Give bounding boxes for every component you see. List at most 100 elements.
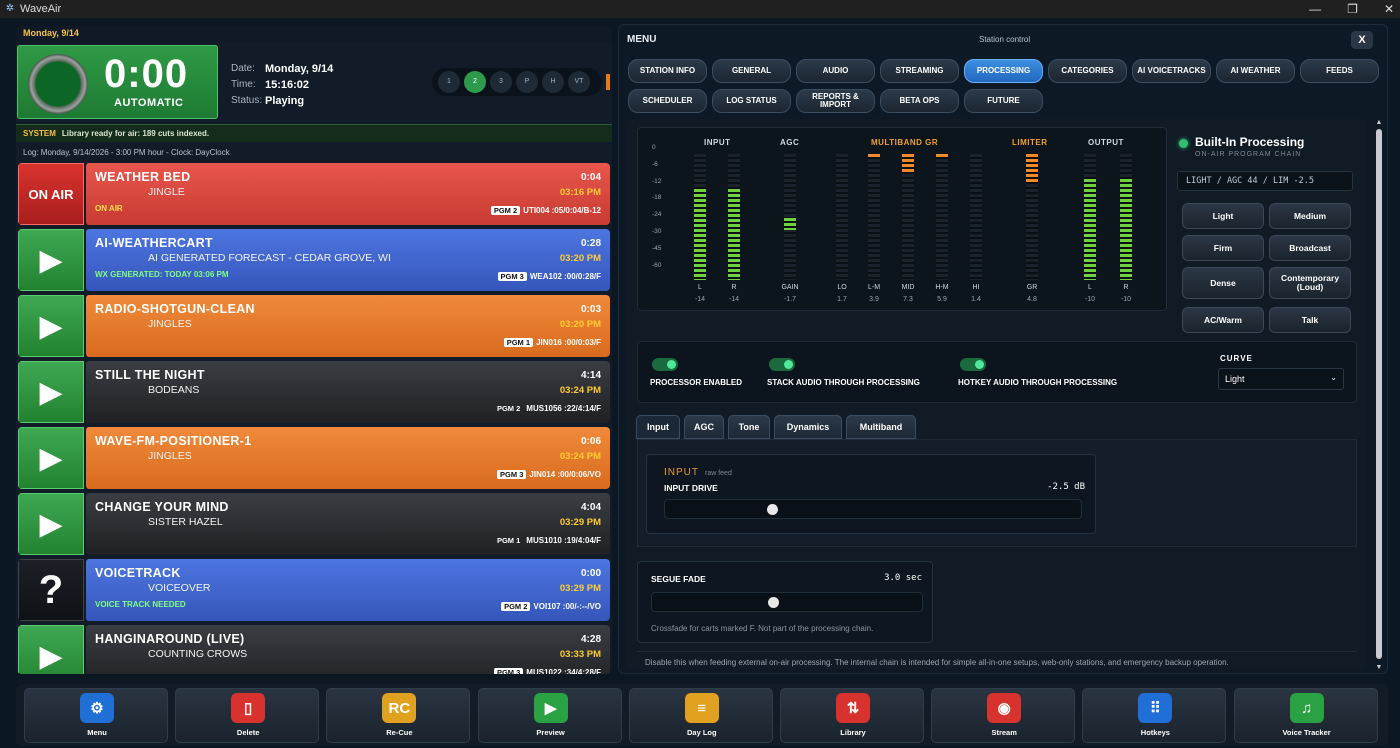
status-value: Playing <box>265 95 305 107</box>
play-button[interactable]: ▶ <box>18 427 84 489</box>
countdown-clock[interactable]: 0:00 AUTOMATIC <box>17 45 218 119</box>
playlog-panel: Monday, 9/14 0:00 AUTOMATIC Date: Monday,… <box>16 26 612 674</box>
subtab-agc[interactable]: AGC <box>684 415 724 439</box>
tab-streaming[interactable]: STREAMING <box>880 59 959 83</box>
cart-body[interactable]: WEATHER BED JINGLE 0:04 03:16 PM ON AIR PGM 2… <box>86 163 610 225</box>
tab-processing[interactable]: PROCESSING <box>964 59 1043 83</box>
input-drive-slider[interactable] <box>664 499 1082 519</box>
processor-enabled-toggle[interactable] <box>652 358 678 371</box>
subtab-input[interactable]: Input <box>636 415 680 439</box>
cart-body[interactable]: CHANGE YOUR MIND SISTER HAZEL 4:04 03:29 PM… <box>86 493 610 555</box>
time-label: Time: <box>231 79 256 90</box>
level-meter <box>936 154 948 280</box>
page-button-h[interactable]: H <box>542 71 564 93</box>
tab-log-status[interactable]: LOG STATUS <box>712 89 791 113</box>
music-note-icon: ♫ <box>1289 693 1324 723</box>
preset-contemporary-loud--button[interactable]: Contemporary (Loud) <box>1269 267 1351 299</box>
meter-channel-name: HI <box>972 284 980 291</box>
play-button[interactable]: ▶ <box>18 625 84 674</box>
scroll-up-icon[interactable]: ▲ <box>1374 119 1384 126</box>
day-log-button[interactable]: ≡ Day Log <box>628 688 773 743</box>
content-scrollbar[interactable]: ▲ ▼ <box>1374 119 1384 671</box>
tab-future[interactable]: FUTURE <box>964 89 1043 113</box>
preset-ac-warm-button[interactable]: AC/Warm <box>1182 307 1264 333</box>
preset-broadcast-button[interactable]: Broadcast <box>1269 235 1351 261</box>
library-button[interactable]: ⇅ Library <box>780 688 924 743</box>
tab-general[interactable]: GENERAL <box>712 59 791 83</box>
voice-tracker-button[interactable]: ♫ Voice Tracker <box>1233 688 1378 743</box>
play-button[interactable]: ▶ <box>18 493 84 555</box>
toolbar-label: Stream <box>991 728 1017 737</box>
play-button[interactable]: ▶ <box>18 295 84 357</box>
cart-row[interactable]: ON AIR WEATHER BED JINGLE 0:04 03:16 PM ON AI… <box>18 163 610 225</box>
stream-button[interactable]: ◉ Stream <box>931 688 1076 743</box>
menu-close-button[interactable]: X <box>1351 31 1373 49</box>
cart-row[interactable]: ? VOICETRACK VOICEOVER 0:00 03:29 PM VOICE TR… <box>18 559 610 621</box>
on-air-indicator[interactable]: ON AIR <box>18 163 84 225</box>
tab-ai-weather[interactable]: AI WEATHER <box>1216 59 1295 83</box>
tab-audio[interactable]: AUDIO <box>796 59 875 83</box>
subtab-dynamics[interactable]: Dynamics <box>774 415 842 439</box>
page-button-p[interactable]: P <box>516 71 538 93</box>
maximize-button[interactable]: ❐ <box>1347 0 1358 18</box>
cart-body[interactable]: RADIO-SHOTGUN-CLEAN JINGLES 0:03 03:20 PM PG… <box>86 295 610 357</box>
cart-row[interactable]: ▶ AI-WEATHERCART AI GENERATED FORECAST - C… <box>18 229 610 291</box>
cart-row[interactable]: ▶ RADIO-SHOTGUN-CLEAN JINGLES 0:03 03:20 PM P… <box>18 295 610 357</box>
segue-slider[interactable] <box>651 592 923 612</box>
scroll-thumb[interactable] <box>1376 129 1382 659</box>
question-icon[interactable]: ? <box>18 559 84 621</box>
pgm-badge: PGM 3 <box>497 272 527 281</box>
tab-ai-voicetracks[interactable]: AI VOICETRACKS <box>1132 59 1211 83</box>
slider-knob[interactable] <box>767 504 778 515</box>
preset-medium-button[interactable]: Medium <box>1269 203 1351 229</box>
subtab-multiband[interactable]: Multiband <box>846 415 916 439</box>
cart-row[interactable]: ▶ HANGINAROUND (LIVE) COUNTING CROWS 4:28 03… <box>18 625 610 674</box>
play-button[interactable]: ▶ <box>18 229 84 291</box>
re-cue-button[interactable]: RC Re-Cue <box>326 688 471 743</box>
cart-row[interactable]: ▶ WAVE-FM-POSITIONER-1 JINGLES 0:06 03:24 PM… <box>18 427 610 489</box>
hotkeys-button[interactable]: ⠿ Hotkeys <box>1082 688 1227 743</box>
cart-artist: JINGLE <box>148 186 185 198</box>
cart-body[interactable]: VOICETRACK VOICEOVER 0:00 03:29 PM VOICE TRA… <box>86 559 610 621</box>
tab-reports-import[interactable]: REPORTS & IMPORT <box>796 89 875 113</box>
curve-select[interactable]: Light ⌄ <box>1218 368 1344 390</box>
page-button-vt[interactable]: VT <box>568 71 590 93</box>
menu-button[interactable]: ⚙ Menu <box>24 688 168 743</box>
cart-body[interactable]: STILL THE NIGHT BODEANS 4:14 03:24 PM PGM 2 M… <box>86 361 610 423</box>
system-tag: SYSTEM <box>23 129 56 138</box>
tab-feeds[interactable]: FEEDS <box>1300 59 1379 83</box>
page-button-2[interactable]: 2 <box>464 71 486 93</box>
page-button-1[interactable]: 1 <box>438 71 460 93</box>
cart-row[interactable]: ▶ CHANGE YOUR MIND SISTER HAZEL 4:04 03:29 P… <box>18 493 610 555</box>
preset-dense-button[interactable]: Dense <box>1182 267 1264 299</box>
slider-knob[interactable] <box>768 597 779 608</box>
close-window-button[interactable]: ✕ <box>1384 0 1394 18</box>
cart-row[interactable]: ▶ STILL THE NIGHT BODEANS 4:14 03:24 PM PGM 2… <box>18 361 610 423</box>
tab-station-info[interactable]: STATION INFO <box>628 59 707 83</box>
hotkey-audio-toggle[interactable] <box>960 358 986 371</box>
play-button[interactable]: ▶ <box>18 361 84 423</box>
preset-talk-button[interactable]: Talk <box>1269 307 1351 333</box>
delete-button[interactable]: ▯ Delete <box>175 688 320 743</box>
page-selector: 1 2 3 P H VT <box>432 68 602 96</box>
tab-categories[interactable]: CATEGORIES <box>1048 59 1127 83</box>
cart-body[interactable]: AI-WEATHERCART AI GENERATED FORECAST - CE… <box>86 229 610 291</box>
cart-time: 03:24 PM <box>559 451 601 462</box>
preview-button[interactable]: ▶ Preview <box>477 688 622 743</box>
cart-body[interactable]: HANGINAROUND (LIVE) COUNTING CROWS 4:28 03:… <box>86 625 610 674</box>
cart-meta: PGM 3 MUS1022 :34/4:28/F <box>493 668 601 674</box>
tab-scheduler[interactable]: SCHEDULER <box>628 89 707 113</box>
stack-audio-toggle[interactable] <box>769 358 795 371</box>
scroll-down-icon[interactable]: ▼ <box>1374 664 1384 671</box>
page-button-3[interactable]: 3 <box>490 71 512 93</box>
subtab-tone[interactable]: Tone <box>728 415 770 439</box>
cart-title: VOICETRACK <box>95 566 181 580</box>
minimize-button[interactable]: — <box>1309 0 1321 18</box>
tab-beta-ops[interactable]: BETA OPS <box>880 89 959 113</box>
pgm-badge: PGM 1 <box>503 338 534 347</box>
cart-body[interactable]: WAVE-FM-POSITIONER-1 JINGLES 0:06 03:24 PM P… <box>86 427 610 489</box>
preset-light-button[interactable]: Light <box>1182 203 1264 229</box>
cart-title: WEATHER BED <box>95 170 191 184</box>
preset-firm-button[interactable]: Firm <box>1182 235 1264 261</box>
toolbar-label: Hotkeys <box>1140 728 1170 737</box>
